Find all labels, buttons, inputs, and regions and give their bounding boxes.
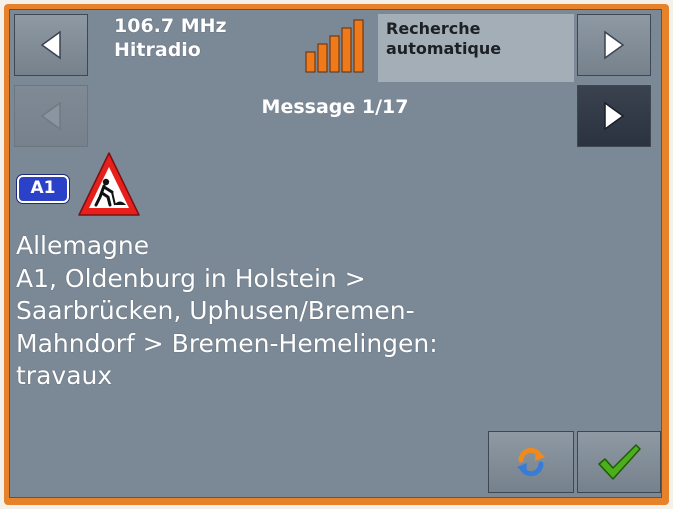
search-mode-line-1: Recherche bbox=[386, 19, 481, 38]
message-line: A1, Oldenburg in Holstein > bbox=[16, 263, 366, 293]
message-line: Saarbrücken, Uphusen/Bremen- bbox=[16, 296, 415, 325]
station-frequency: 106.7 MHz bbox=[114, 15, 227, 37]
prev-station-button[interactable] bbox=[14, 14, 88, 76]
next-message-button[interactable] bbox=[577, 85, 651, 147]
search-mode-button[interactable]: Recherche automatique bbox=[378, 14, 574, 82]
traffic-info-screen: 106.7 MHz Hitradio Recherche automatique… bbox=[9, 9, 662, 498]
left-arrow-icon bbox=[40, 101, 61, 131]
station-name: Hitradio bbox=[114, 39, 201, 61]
right-arrow-icon bbox=[604, 30, 625, 60]
message-line: travaux bbox=[16, 361, 113, 390]
signal-strength-icon bbox=[305, 19, 364, 73]
roadworks-warning-icon bbox=[78, 152, 140, 216]
refresh-button[interactable] bbox=[488, 431, 574, 493]
confirm-button[interactable] bbox=[577, 431, 661, 493]
message-counter: Message 1/17 bbox=[261, 96, 409, 118]
traffic-message: Allemagne A1, Oldenburg in Holstein > Sa… bbox=[16, 230, 646, 393]
next-station-button[interactable] bbox=[577, 14, 651, 76]
left-arrow-icon bbox=[40, 30, 61, 60]
message-line: Mahndorf > Bremen-Hemelingen: bbox=[16, 328, 438, 358]
search-mode-line-2: automatique bbox=[386, 39, 502, 58]
right-arrow-icon bbox=[604, 101, 625, 131]
station-info: 106.7 MHz Hitradio bbox=[114, 14, 227, 62]
prev-message-button[interactable] bbox=[14, 85, 88, 147]
message-line: Allemagne bbox=[16, 231, 150, 260]
checkmark-icon bbox=[598, 444, 641, 480]
road-badge: A1 bbox=[17, 175, 69, 203]
refresh-icon bbox=[517, 447, 545, 477]
